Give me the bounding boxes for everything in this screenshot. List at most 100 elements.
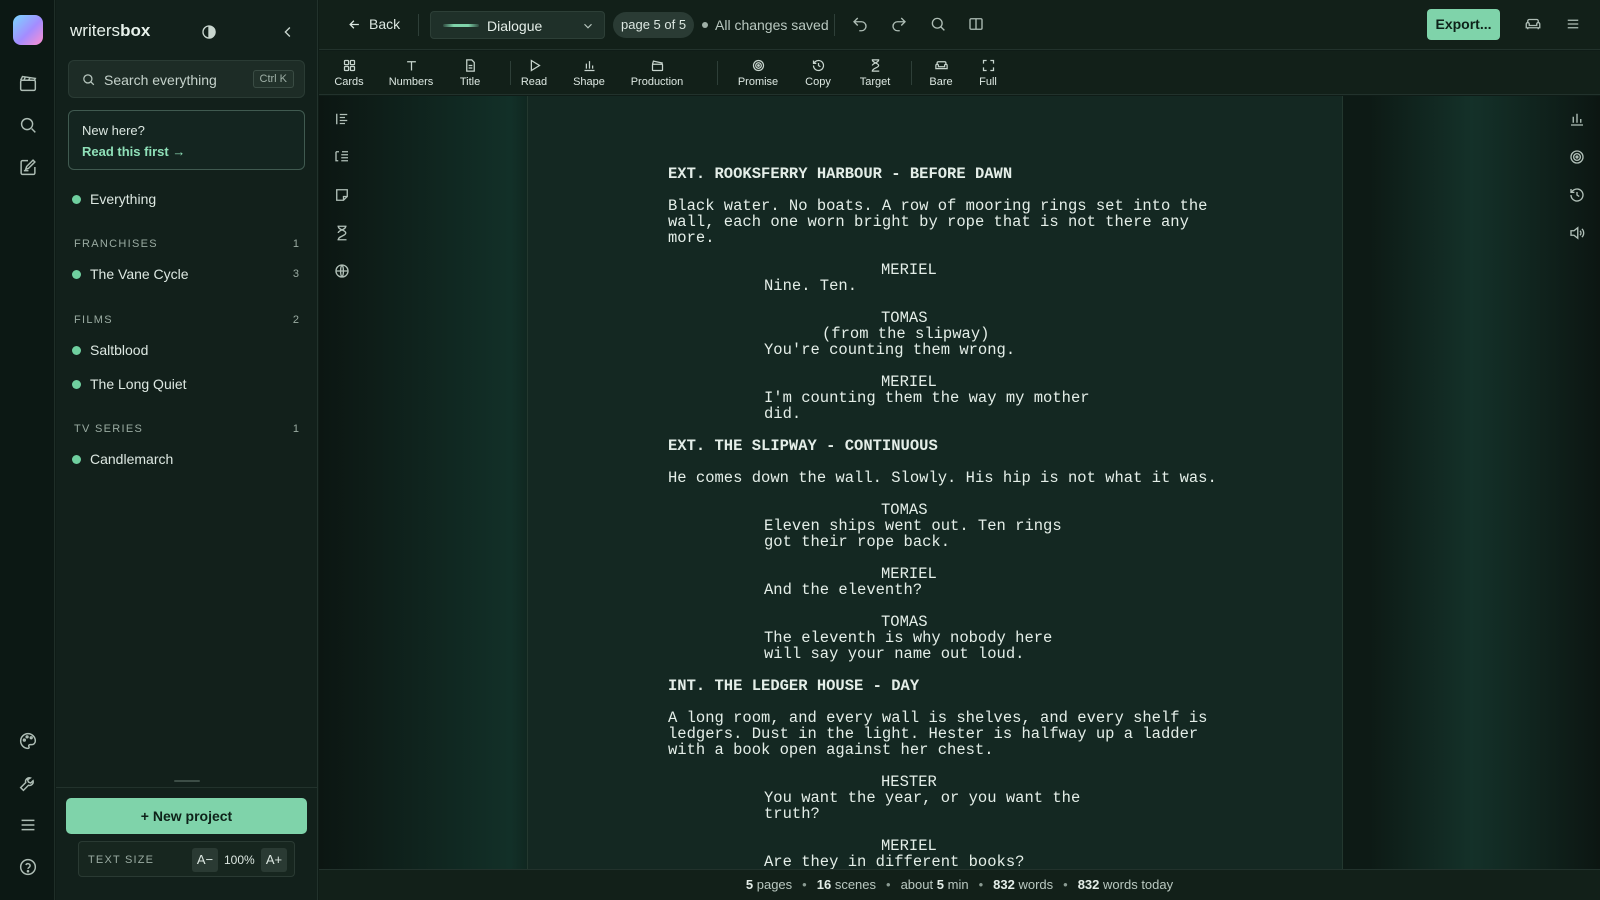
tool-promise[interactable]: Promise: [737, 58, 779, 88]
dialogue-line[interactable]: You want the year, or you want the truth…: [668, 790, 1128, 822]
text-type-icon: [404, 58, 419, 73]
element-mode-select[interactable]: Dialogue: [430, 11, 605, 39]
parenthetical[interactable]: (from the slipway): [668, 326, 1248, 342]
target-icon[interactable]: [1568, 148, 1586, 166]
project-item[interactable]: The Long Quiet: [72, 376, 187, 392]
resize-handle[interactable]: [174, 780, 200, 782]
palette-icon[interactable]: [17, 730, 39, 752]
tool-numbers[interactable]: Numbers: [386, 58, 436, 88]
separator: •: [978, 877, 984, 892]
export-button[interactable]: Export...: [1427, 9, 1500, 40]
tool-read[interactable]: Read: [519, 58, 549, 88]
character-cue[interactable]: TOMAS: [668, 310, 1248, 326]
character-cue[interactable]: TOMAS: [668, 614, 1248, 630]
dialogue-line[interactable]: I'm counting them the way my mother did.: [668, 390, 1128, 422]
dialogue-line[interactable]: And the eleventh?: [668, 582, 1128, 598]
back-button[interactable]: Back: [347, 16, 400, 32]
text-size-value: 100%: [224, 853, 255, 867]
app-logo[interactable]: [13, 15, 43, 45]
dialogue-line[interactable]: Nine. Ten.: [668, 278, 1128, 294]
action-line[interactable]: Black water. No boats. A row of mooring …: [668, 198, 1248, 246]
dialogue-line[interactable]: Eleven ships went out. Ten rings got the…: [668, 518, 1128, 550]
dialogue-line[interactable]: You're counting them wrong.: [668, 342, 1128, 358]
hamburger-menu-icon[interactable]: [1564, 15, 1582, 33]
character-cue[interactable]: MERIEL: [668, 566, 1248, 582]
status-dot: [72, 379, 81, 389]
top-bar: Back Dialogue page 5 of 5 All changes sa…: [319, 0, 1600, 50]
notes-icon[interactable]: [17, 156, 39, 178]
scene-heading[interactable]: EXT. THE SLIPWAY - CONTINUOUS: [668, 438, 1248, 454]
tool-full[interactable]: Full: [978, 58, 998, 88]
sticky-note-icon[interactable]: [333, 186, 351, 204]
target-icon: [751, 58, 766, 73]
list-tree-icon[interactable]: [333, 148, 351, 166]
dialogue-line[interactable]: Are they in different books?: [668, 854, 1128, 869]
new-project-button[interactable]: + New project: [66, 798, 307, 834]
help-icon[interactable]: [17, 856, 39, 878]
search-input[interactable]: Search everything Ctrl K: [68, 60, 305, 98]
hourglass-icon: [868, 58, 883, 73]
tool-target[interactable]: Target: [856, 58, 894, 88]
history-icon[interactable]: [1568, 186, 1586, 204]
divider: [56, 787, 318, 788]
tools-icon[interactable]: [17, 772, 39, 794]
onboarding-card[interactable]: New here? Read this first →: [68, 110, 305, 170]
undo-icon[interactable]: [851, 15, 869, 33]
contrast-toggle-icon[interactable]: [200, 23, 218, 41]
tool-title[interactable]: Title: [455, 58, 485, 88]
grid-icon: [342, 58, 357, 73]
globe-icon[interactable]: [333, 262, 351, 280]
section-franchises: FRANCHISES: [74, 238, 158, 250]
films-icon[interactable]: [17, 72, 39, 94]
tool-label: Full: [979, 76, 997, 88]
search-icon[interactable]: [17, 114, 39, 136]
nav-label: Everything: [90, 191, 157, 207]
section-tv-series: TV SERIES: [74, 423, 144, 435]
tool-cards[interactable]: Cards: [333, 58, 365, 88]
tool-label: Shape: [573, 76, 605, 88]
redo-icon[interactable]: [890, 15, 908, 33]
hourglass-icon[interactable]: [333, 224, 351, 242]
speaker-icon[interactable]: [1568, 224, 1586, 242]
clapperboard-icon: [650, 58, 665, 73]
scene-heading[interactable]: INT. THE LEDGER HOUSE - DAY: [668, 678, 1248, 694]
couch-icon[interactable]: [1524, 15, 1542, 33]
character-cue[interactable]: TOMAS: [668, 502, 1248, 518]
divider: [717, 61, 718, 85]
menu-icon[interactable]: [17, 814, 39, 836]
project-item[interactable]: The Vane Cycle: [72, 266, 189, 282]
action-line[interactable]: A long room, and every wall is shelves, …: [668, 710, 1248, 758]
editor-area: EXT. ROOKSFERRY HARBOUR - BEFORE DAWN Bla…: [319, 96, 1600, 869]
nav-everything[interactable]: Everything: [72, 191, 156, 207]
tool-copy[interactable]: Copy: [804, 58, 832, 88]
split-view-icon[interactable]: [967, 15, 985, 33]
screenplay-text[interactable]: EXT. ROOKSFERRY HARBOUR - BEFORE DAWN Bla…: [668, 166, 1248, 869]
status-dot: [72, 454, 81, 464]
text-size-decrease-button[interactable]: A−: [192, 848, 218, 872]
action-line[interactable]: He comes down the wall. Slowly. His hip …: [668, 470, 1248, 486]
runtime-label: min: [947, 877, 969, 892]
read-first-link[interactable]: Read this first →: [82, 144, 185, 159]
scene-count-label: scenes: [834, 877, 877, 892]
tool-bare[interactable]: Bare: [928, 58, 954, 88]
text-size-increase-button[interactable]: A+: [261, 848, 287, 872]
stats-chart-icon[interactable]: [1568, 110, 1586, 128]
character-cue[interactable]: HESTER: [668, 774, 1248, 790]
project-item[interactable]: Candlemarch: [72, 451, 173, 467]
arrow-right-icon: →: [172, 144, 186, 159]
collapse-sidebar-icon[interactable]: [279, 23, 297, 41]
tool-shape[interactable]: Shape: [571, 58, 607, 88]
character-cue[interactable]: MERIEL: [668, 262, 1248, 278]
couch-icon: [934, 58, 949, 73]
character-cue[interactable]: MERIEL: [668, 374, 1248, 390]
tool-label: Cards: [334, 76, 364, 88]
dialogue-line[interactable]: The eleventh is why nobody here will say…: [668, 630, 1128, 662]
outline-icon[interactable]: [333, 110, 351, 128]
tool-production[interactable]: Production: [629, 58, 685, 88]
scene-heading[interactable]: EXT. ROOKSFERRY HARBOUR - BEFORE DAWN: [668, 166, 1248, 182]
script-page[interactable]: EXT. ROOKSFERRY HARBOUR - BEFORE DAWN Bla…: [527, 96, 1343, 869]
page-indicator: page 5 of 5: [613, 12, 695, 38]
character-cue[interactable]: MERIEL: [668, 838, 1248, 854]
find-icon[interactable]: [929, 15, 947, 33]
project-item[interactable]: Saltblood: [72, 342, 148, 358]
